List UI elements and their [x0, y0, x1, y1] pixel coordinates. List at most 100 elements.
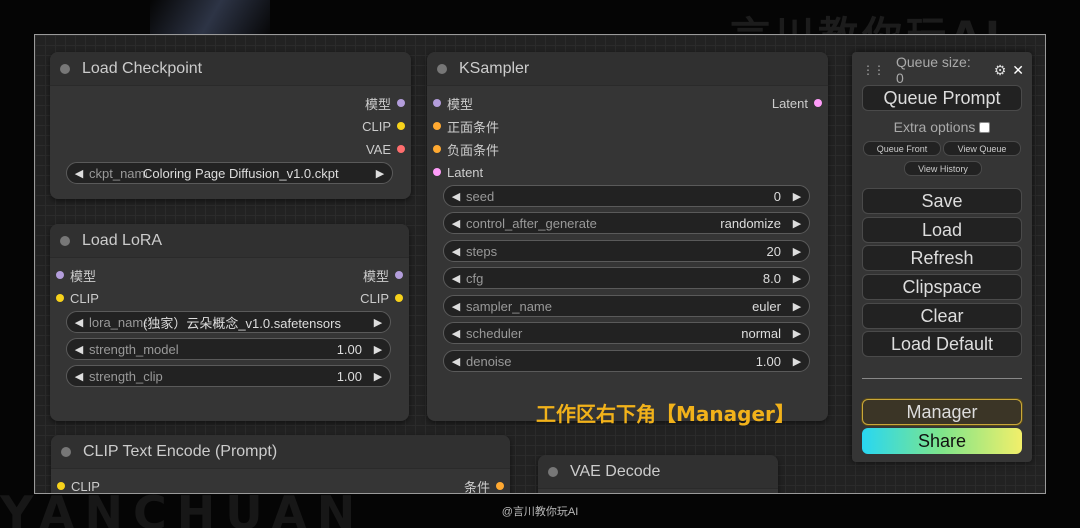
node-title[interactable]: KSampler [427, 52, 828, 86]
input-slot-model[interactable]: 模型 [433, 95, 473, 112]
arrow-left-icon[interactable]: ◀ [450, 272, 462, 285]
output-slot-conditioning[interactable]: 条件 [464, 478, 504, 493]
collapse-dot-icon[interactable] [60, 235, 70, 246]
widget-scheduler[interactable]: ◀ scheduler normal ▶ [443, 322, 810, 344]
slot-dot-icon[interactable] [433, 168, 441, 176]
arrow-right-icon[interactable]: ▶ [372, 343, 384, 356]
input-slot-latent[interactable]: Latent [433, 164, 483, 180]
arrow-right-icon[interactable]: ▶ [791, 217, 803, 230]
arrow-right-icon[interactable]: ▶ [791, 355, 803, 368]
load-default-button[interactable]: Load Default [862, 331, 1022, 357]
slot-dot-icon[interactable] [395, 294, 403, 302]
extra-options-label: Extra options [893, 119, 976, 135]
slot-label: CLIP [360, 290, 389, 306]
slot-dot-icon[interactable] [814, 99, 822, 107]
arrow-right-icon[interactable]: ▶ [374, 167, 386, 180]
arrow-right-icon[interactable]: ▶ [791, 300, 803, 313]
gear-icon[interactable]: ⚙ [994, 62, 1007, 79]
arrow-left-icon[interactable]: ◀ [450, 327, 462, 340]
slot-dot-icon[interactable] [397, 145, 405, 153]
widget-ckpt-name[interactable]: ◀ ckpt_name Coloring Page Diffusion_v1.0… [66, 162, 393, 184]
input-slot-positive[interactable]: 正面条件 [433, 118, 499, 135]
arrow-left-icon[interactable]: ◀ [73, 316, 85, 329]
widget-cfg[interactable]: ◀ cfg 8.0 ▶ [443, 267, 810, 289]
arrow-right-icon[interactable]: ▶ [791, 272, 803, 285]
widget-label: cfg [466, 270, 484, 286]
widget-control-after-generate[interactable]: ◀ control_after_generate randomize ▶ [443, 212, 810, 234]
widget-sampler-name[interactable]: ◀ sampler_name euler ▶ [443, 295, 810, 317]
input-slot-clip[interactable]: CLIP [56, 290, 99, 306]
slot-dot-icon[interactable] [56, 294, 64, 302]
arrow-left-icon[interactable]: ◀ [450, 217, 462, 230]
arrow-right-icon[interactable]: ▶ [791, 190, 803, 203]
slot-dot-icon[interactable] [57, 482, 65, 490]
arrow-left-icon[interactable]: ◀ [450, 300, 462, 313]
close-icon[interactable]: ✕ [1012, 62, 1024, 79]
slot-dot-icon[interactable] [433, 99, 441, 107]
collapse-dot-icon[interactable] [548, 466, 558, 477]
refresh-button[interactable]: Refresh [862, 245, 1022, 271]
drag-handle-icon[interactable]: ⋮⋮ [862, 63, 885, 77]
input-slot-clip[interactable]: CLIP [57, 478, 100, 493]
arrow-left-icon[interactable]: ◀ [450, 190, 462, 203]
output-slot-model[interactable]: 模型 [365, 95, 405, 112]
widget-strength-clip[interactable]: ◀ strength_clip 1.00 ▶ [66, 365, 391, 387]
slot-dot-icon[interactable] [496, 482, 504, 490]
widget-lora-name[interactable]: ◀ lora_name (独家）云朵概念_v1.0.safetensors ▶ [66, 311, 391, 333]
manager-button[interactable]: Manager [862, 399, 1022, 425]
node-title-text: Load LoRA [82, 231, 163, 249]
arrow-right-icon[interactable]: ▶ [372, 316, 384, 329]
widget-strength-model[interactable]: ◀ strength_model 1.00 ▶ [66, 338, 391, 360]
widget-steps[interactable]: ◀ steps 20 ▶ [443, 240, 810, 262]
slot-dot-icon[interactable] [56, 271, 64, 279]
slot-dot-icon[interactable] [395, 271, 403, 279]
output-slot-model[interactable]: 模型 [362, 267, 403, 284]
output-slot-clip[interactable]: CLIP [362, 118, 405, 134]
view-queue-button[interactable]: View Queue [943, 141, 1021, 156]
widget-seed[interactable]: ◀ seed 0 ▶ [443, 185, 810, 207]
share-button[interactable]: Share [862, 428, 1022, 454]
node-title[interactable]: VAE Decode [538, 455, 778, 489]
arrow-right-icon[interactable]: ▶ [791, 245, 803, 258]
collapse-dot-icon[interactable] [60, 63, 70, 74]
node-title-text: VAE Decode [570, 462, 661, 480]
clipspace-button[interactable]: Clipspace [862, 274, 1022, 300]
node-vae-decode[interactable]: VAE Decode [538, 455, 778, 493]
slot-dot-icon[interactable] [397, 99, 405, 107]
view-history-button[interactable]: View History [904, 161, 982, 176]
widget-value: 1.00 [755, 353, 781, 369]
output-slot-latent[interactable]: Latent [772, 95, 822, 111]
input-slot-negative[interactable]: 负面条件 [433, 141, 499, 158]
queue-front-button[interactable]: Queue Front [863, 141, 941, 156]
arrow-left-icon[interactable]: ◀ [73, 167, 85, 180]
queue-prompt-button[interactable]: Queue Prompt [862, 85, 1022, 111]
arrow-right-icon[interactable]: ▶ [791, 327, 803, 340]
slot-dot-icon[interactable] [397, 122, 405, 130]
slot-dot-icon[interactable] [433, 122, 441, 130]
arrow-left-icon[interactable]: ◀ [73, 343, 85, 356]
node-ksampler[interactable]: KSampler 模型 正面条件 负面条件 Latent Latent ◀ se… [427, 52, 828, 421]
comfy-menu[interactable]: ⋮⋮ Queue size: 0 ⚙ ✕ Queue Prompt Extra … [852, 52, 1032, 462]
save-button[interactable]: Save [862, 188, 1022, 214]
node-load-lora[interactable]: Load LoRA 模型 CLIP 模型 CLIP ◀ lora_name (独… [50, 224, 409, 421]
node-title[interactable]: CLIP Text Encode (Prompt) [51, 435, 510, 469]
load-button[interactable]: Load [862, 217, 1022, 243]
slot-label: 模型 [362, 268, 389, 284]
arrow-left-icon[interactable]: ◀ [73, 370, 85, 383]
collapse-dot-icon[interactable] [61, 446, 71, 457]
collapse-dot-icon[interactable] [437, 63, 447, 74]
extra-options-checkbox[interactable] [979, 121, 991, 133]
arrow-left-icon[interactable]: ◀ [450, 245, 462, 258]
arrow-left-icon[interactable]: ◀ [450, 355, 462, 368]
node-load-checkpoint[interactable]: Load Checkpoint 模型 CLIP VAE ◀ ckpt_name … [50, 52, 411, 199]
node-title[interactable]: Load Checkpoint [50, 52, 411, 86]
clear-button[interactable]: Clear [862, 303, 1022, 329]
slot-dot-icon[interactable] [433, 145, 441, 153]
node-clip-text-encode[interactable]: CLIP Text Encode (Prompt) CLIP 条件 [51, 435, 510, 493]
output-slot-vae[interactable]: VAE [366, 141, 405, 157]
output-slot-clip[interactable]: CLIP [360, 290, 403, 306]
input-slot-model[interactable]: 模型 [56, 267, 96, 284]
node-title[interactable]: Load LoRA [50, 224, 409, 258]
widget-denoise[interactable]: ◀ denoise 1.00 ▶ [443, 350, 810, 372]
arrow-right-icon[interactable]: ▶ [372, 370, 384, 383]
